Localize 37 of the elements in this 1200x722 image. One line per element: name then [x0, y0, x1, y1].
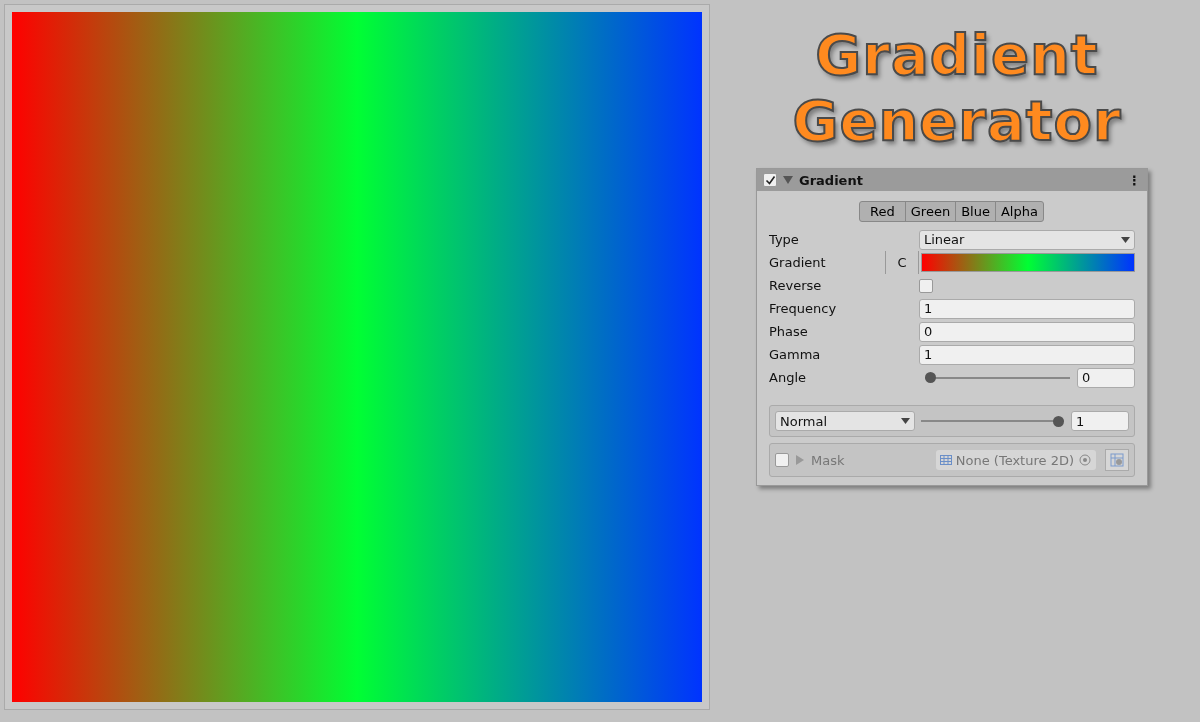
- number-field[interactable]: 0: [919, 321, 1135, 342]
- type-dropdown[interactable]: Linear: [919, 229, 1135, 250]
- field-label: Gamma: [769, 347, 822, 362]
- enable-checkbox[interactable]: [763, 173, 777, 187]
- grid-icon: [1110, 453, 1124, 467]
- dropdown-caret-icon: [1121, 236, 1130, 243]
- channel-button[interactable]: Alpha: [994, 201, 1044, 222]
- number-field[interactable]: 1: [919, 298, 1135, 319]
- reverse-checkbox[interactable]: [919, 278, 933, 293]
- foldout-arrow-icon[interactable]: [783, 175, 793, 185]
- field-label: Type: [769, 232, 800, 247]
- field-label: Gradient: [769, 255, 827, 270]
- component-title: Gradient: [799, 172, 863, 188]
- blend-mode-dropdown[interactable]: Normal: [775, 411, 915, 431]
- object-picker-icon[interactable]: [1078, 453, 1092, 467]
- channel-button[interactable]: Blue: [955, 201, 996, 222]
- app-logo-title: Gradient Generator: [792, 22, 1122, 154]
- mask-checkbox[interactable]: [775, 453, 789, 467]
- channel-button[interactable]: Red: [859, 201, 906, 222]
- foldout-arrow-icon[interactable]: [795, 455, 805, 465]
- dropdown-value: Linear: [924, 232, 965, 247]
- number-field[interactable]: 0: [1077, 367, 1135, 388]
- c-button[interactable]: C: [885, 251, 919, 274]
- texture-icon: [939, 455, 952, 465]
- field-label: Phase: [769, 324, 809, 339]
- field-label: Reverse: [769, 278, 823, 293]
- dropdown-value: Normal: [780, 413, 828, 429]
- more-menu-icon[interactable]: ⋮: [1128, 172, 1141, 188]
- dropdown-caret-icon: [901, 418, 910, 424]
- channel-button[interactable]: Green: [904, 201, 957, 222]
- mask-label: Mask: [811, 452, 845, 468]
- field-label: Frequency: [769, 301, 838, 316]
- number-field[interactable]: 1: [1071, 411, 1129, 431]
- field-label: Angle: [769, 370, 807, 385]
- gradient-field[interactable]: [921, 253, 1135, 272]
- number-field[interactable]: 1: [919, 344, 1135, 365]
- texture-settings-button[interactable]: [1105, 449, 1129, 471]
